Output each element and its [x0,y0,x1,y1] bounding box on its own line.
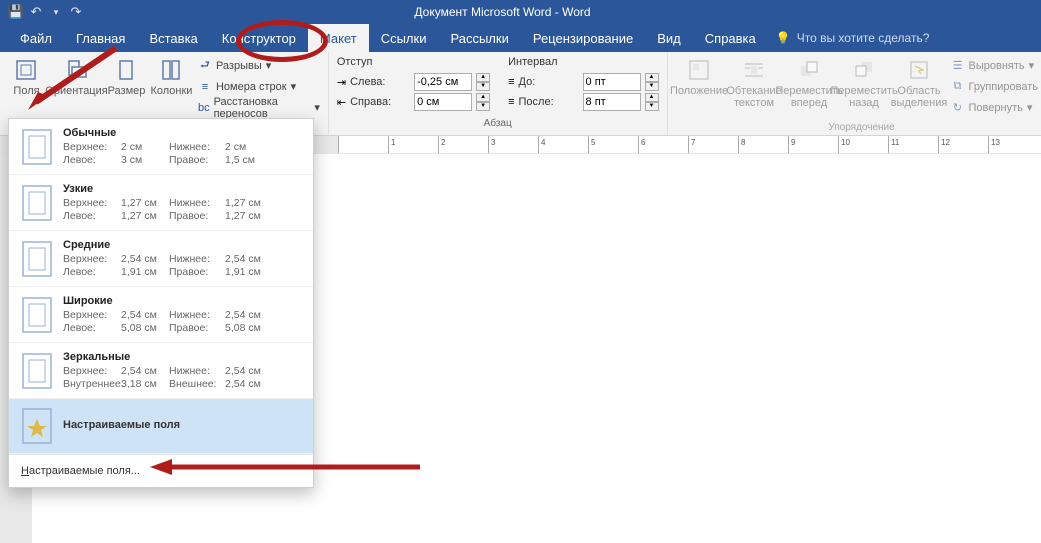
titlebar: 💾 ↶ ▾ ↷ Документ Microsoft Word - Word [0,0,1041,24]
tab-view[interactable]: Вид [645,24,693,52]
position-label: Положение [670,85,728,97]
hyphenation-label: Расстановка переносов [214,96,311,120]
indent-right-label: Справа: [350,96,410,108]
tell-me-label: Что вы хотите сделать? [797,31,930,45]
indent-right-icon: ⇤ [337,96,346,109]
tab-references[interactable]: Ссылки [369,24,439,52]
group-arrange: Положение Обтекание текстом Переместить … [668,52,1041,135]
indent-right-row: ⇤ Справа: ▲▼ [337,92,490,112]
breaks-label: Разрывы [216,60,262,72]
indent-left-input[interactable] [414,73,472,91]
group-paragraph-label: Абзац [337,116,659,131]
bring-forward-button[interactable]: Переместить вперед [782,54,837,109]
send-backward-label: Переместить назад [830,85,897,109]
columns-icon [159,58,183,82]
margins-option-4[interactable]: ЗеркальныеВерхнее:2,54 смНижнее:2,54 смВ… [9,343,313,399]
rotate-icon: ↻ [951,101,965,115]
tab-layout[interactable]: Макет [308,24,369,52]
interval-header: Интервал [508,56,658,68]
wrap-text-button[interactable]: Обтекание текстом [727,54,782,109]
redo-icon[interactable]: ↷ [68,4,84,20]
indent-right-spinner[interactable]: ▲▼ [476,93,490,111]
window-title: Документ Microsoft Word - Word [84,5,921,19]
spacing-before-icon: ≡ [508,76,514,88]
indent-left-icon: ⇥ [337,76,346,89]
ribbon-tabs: Файл Главная Вставка Конструктор Макет С… [0,24,1041,52]
hyphenation-button[interactable]: bcРасстановка переносов ▾ [198,98,320,117]
spacing-after-row: ≡ После: ▲▼ [508,92,658,112]
line-numbers-icon: ≡ [198,80,212,94]
columns-button[interactable]: Колонки [149,54,194,97]
chevron-down-icon[interactable]: ▾ [48,4,64,20]
spacing-before-row: ≡ До: ▲▼ [508,72,658,92]
quick-access-toolbar: 💾 ↶ ▾ ↷ [0,4,84,20]
send-backward-button[interactable]: Переместить назад [837,54,892,109]
tab-home[interactable]: Главная [64,24,137,52]
align-label: Выровнять [969,60,1025,72]
indent-left-row: ⇥ Слева: ▲▼ [337,72,490,92]
tab-mailings[interactable]: Рассылки [438,24,520,52]
wrap-text-label: Обтекание текстом [726,85,781,109]
size-icon [114,58,138,82]
group-icon: ⧉ [951,80,965,94]
lightbulb-icon: 💡 [776,31,791,45]
margins-option-custom[interactable]: Настраиваемые поля [9,399,313,454]
tab-review[interactable]: Рецензирование [521,24,645,52]
tab-help[interactable]: Справка [693,24,768,52]
margins-option-2[interactable]: СредниеВерхнее:2,54 смНижнее:2,54 смЛево… [9,231,313,287]
bring-forward-icon [797,58,821,82]
indent-right-input[interactable] [414,93,472,111]
hyphenation-icon: bc [198,101,210,115]
margins-dropdown: ОбычныеВерхнее:2 смНижнее:2 смЛевое:3 см… [8,118,314,488]
rotate-label: Повернуть [969,102,1023,114]
group-label: Группировать [969,81,1039,93]
breaks-icon: ⮐ [198,59,212,73]
margins-option-0[interactable]: ОбычныеВерхнее:2 смНижнее:2 смЛевое:3 см… [9,119,313,175]
tab-file[interactable]: Файл [8,24,64,52]
line-numbers-label: Номера строк [216,81,287,93]
margins-option-3[interactable]: ШирокиеВерхнее:2,54 смНижнее:2,54 смЛево… [9,287,313,343]
position-icon [687,58,711,82]
wrap-text-icon [742,58,766,82]
tab-insert[interactable]: Вставка [137,24,209,52]
selection-pane-button[interactable]: Область выделения [892,54,947,109]
undo-icon[interactable]: ↶ [28,4,44,20]
spacing-after-spinner[interactable]: ▲▼ [645,93,659,111]
size-label: Размер [108,85,146,97]
indent-left-spinner[interactable]: ▲▼ [476,73,490,91]
margins-option-1[interactable]: УзкиеВерхнее:1,27 смНижнее:1,27 смЛевое:… [9,175,313,231]
margins-button[interactable]: Поля [4,54,49,97]
save-icon[interactable]: 💾 [8,4,24,20]
tell-me-search[interactable]: 💡 Что вы хотите сделать? [776,24,930,52]
align-button[interactable]: ☰Выровнять ▾ [951,56,1041,75]
group-arrange-label: Упорядочение [672,120,1041,135]
orientation-button[interactable]: Ориентация [49,54,104,97]
orientation-label: Ориентация [45,85,107,97]
margins-custom-footer[interactable]: Настраиваемые поля... [9,454,313,487]
rotate-button[interactable]: ↻Повернуть ▾ [951,98,1041,117]
send-backward-icon [852,58,876,82]
margins-icon [14,58,38,82]
indent-header: Отступ [337,56,490,68]
group-button[interactable]: ⧉Группировать ▾ [951,77,1041,96]
spacing-after-input[interactable] [583,93,641,111]
breaks-button[interactable]: ⮐Разрывы ▾ [198,56,320,75]
selection-pane-icon [907,58,931,82]
margins-label: Поля [13,85,39,97]
selection-pane-label: Область выделения [891,85,948,109]
position-button[interactable]: Положение [672,54,727,97]
tab-design[interactable]: Конструктор [210,24,308,52]
spacing-before-label: До: [519,76,579,88]
size-button[interactable]: Размер [104,54,149,97]
line-numbers-button[interactable]: ≡Номера строк ▾ [198,77,320,96]
columns-label: Колонки [150,85,192,97]
spacing-before-input[interactable] [583,73,641,91]
group-paragraph: Отступ ⇥ Слева: ▲▼ ⇤ Справа: ▲▼ Интервал [329,52,668,135]
align-icon: ☰ [951,59,965,73]
orientation-icon [64,58,88,82]
indent-left-label: Слева: [350,76,410,88]
spacing-before-spinner[interactable]: ▲▼ [645,73,659,91]
spacing-after-icon: ≡ [508,96,514,108]
spacing-after-label: После: [519,96,579,108]
